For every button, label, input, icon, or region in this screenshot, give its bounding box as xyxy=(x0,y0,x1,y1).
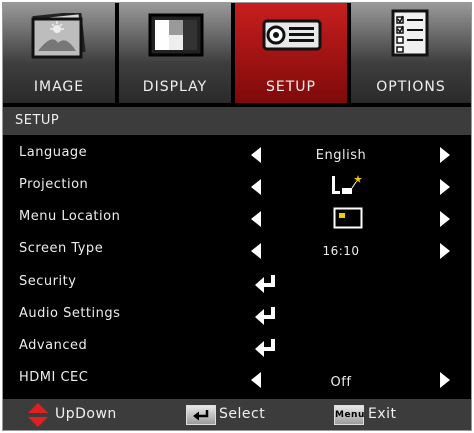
row-hdmi-cec[interactable]: HDMI CEC Off xyxy=(3,364,471,394)
tab-label: OPTIONS xyxy=(376,79,446,95)
menu-location-icon xyxy=(333,207,363,229)
osd-menu: IMAGE DISPLAY SETUP OPTIONS SETUP Langua… xyxy=(2,2,472,431)
row-advanced[interactable]: Advanced xyxy=(3,332,471,362)
left-arrow-icon[interactable] xyxy=(251,211,261,227)
options-icon xyxy=(391,9,429,57)
right-arrow-icon[interactable] xyxy=(440,211,450,227)
row-label: Language xyxy=(19,145,88,160)
select-key-icon xyxy=(186,405,216,425)
footer-hint-bar: UpDown Select Menu Exit xyxy=(3,399,471,430)
exit-label: Exit xyxy=(368,406,397,422)
tab-display[interactable]: DISPLAY xyxy=(119,3,233,103)
projection-front-desktop-icon xyxy=(332,175,362,194)
select-label: Select xyxy=(219,406,266,422)
enter-icon[interactable] xyxy=(254,338,278,358)
row-label: Security xyxy=(19,274,77,289)
display-icon xyxy=(148,13,204,57)
tab-label: SETUP xyxy=(266,79,316,95)
row-audio-settings[interactable]: Audio Settings xyxy=(3,300,471,330)
row-label: Screen Type xyxy=(19,241,104,256)
row-value: English xyxy=(315,148,367,163)
row-label: Audio Settings xyxy=(19,306,121,321)
row-projection[interactable]: Projection xyxy=(3,171,471,201)
right-arrow-icon[interactable] xyxy=(440,147,450,163)
row-security[interactable]: Security xyxy=(3,268,471,298)
enter-key-icon xyxy=(193,410,209,421)
tab-options[interactable]: OPTIONS xyxy=(351,3,471,103)
row-screen-type[interactable]: Screen Type 16:10 xyxy=(3,235,471,265)
row-label: Menu Location xyxy=(19,209,121,224)
left-arrow-icon[interactable] xyxy=(251,243,261,259)
tab-image[interactable]: IMAGE xyxy=(3,3,117,103)
updown-label: UpDown xyxy=(55,406,117,422)
left-arrow-icon[interactable] xyxy=(251,372,261,388)
row-value: 16:10 xyxy=(322,244,360,258)
updown-arrow-icon xyxy=(28,403,48,427)
left-arrow-icon[interactable] xyxy=(251,179,261,195)
row-language[interactable]: Language English xyxy=(3,139,471,169)
tab-setup[interactable]: SETUP xyxy=(235,3,349,103)
row-label: Advanced xyxy=(19,338,88,353)
tab-label: IMAGE xyxy=(33,79,85,95)
row-label: HDMI CEC xyxy=(19,370,89,385)
menu-tabs: IMAGE DISPLAY SETUP OPTIONS xyxy=(3,3,471,103)
left-arrow-icon[interactable] xyxy=(251,147,261,163)
row-menu-location[interactable]: Menu Location xyxy=(3,203,471,233)
enter-icon[interactable] xyxy=(254,274,278,294)
right-arrow-icon[interactable] xyxy=(440,372,450,388)
enter-icon[interactable] xyxy=(254,306,278,326)
right-arrow-icon[interactable] xyxy=(440,243,450,259)
projector-icon xyxy=(262,19,322,51)
section-title: SETUP xyxy=(3,107,471,135)
menu-key-icon: Menu xyxy=(334,405,364,425)
tab-label: DISPLAY xyxy=(142,79,208,95)
image-icon xyxy=(31,13,86,59)
row-value: Off xyxy=(330,375,352,390)
row-label: Projection xyxy=(19,177,89,192)
right-arrow-icon[interactable] xyxy=(440,179,450,195)
